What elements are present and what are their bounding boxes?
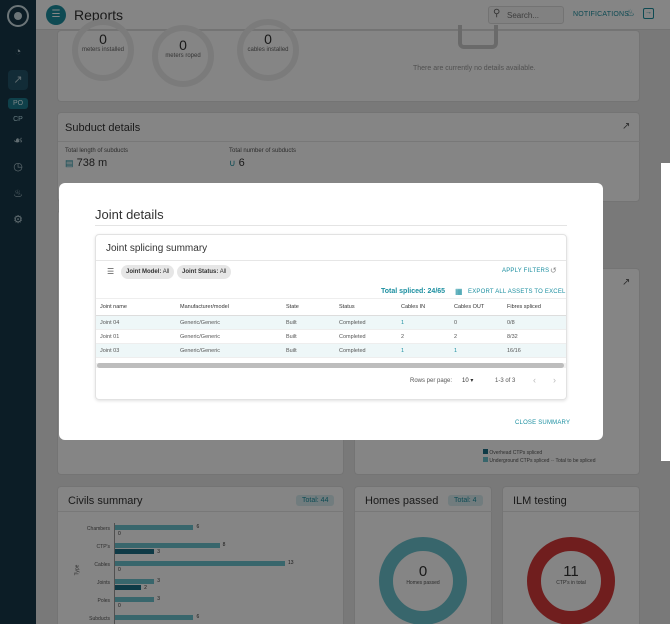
excel-icon[interactable]: ▦ <box>455 287 463 296</box>
joint-splicing-summary-card: Joint splicing summary ☰ Joint Model: Al… <box>95 234 567 400</box>
col-state[interactable]: State <box>282 298 335 316</box>
table-horizontal-scrollbar[interactable] <box>96 363 566 368</box>
col-manufacturer[interactable]: Manufacturer/model <box>176 298 282 316</box>
caret-down-icon: ▾ <box>470 378 474 384</box>
close-summary-button[interactable]: CLOSE SUMMARY <box>515 420 570 426</box>
right-edge-panel <box>661 163 670 461</box>
table-row[interactable]: Joint 04 Generic/Generic Built Completed… <box>96 315 566 330</box>
col-cables-out[interactable]: Cables OUT <box>450 298 503 316</box>
joint-model-filter-chip[interactable]: Joint Model: All <box>121 265 175 279</box>
previous-page-icon[interactable]: ‹ <box>533 375 536 385</box>
next-page-icon[interactable]: › <box>553 375 556 385</box>
rows-per-page-select[interactable]: 10 ▾ <box>462 377 473 384</box>
table-row[interactable]: Joint 01 Generic/Generic Built Completed… <box>96 329 566 344</box>
table-header-row: Joint name Manufacturer/model State Stat… <box>96 298 566 316</box>
table-row[interactable]: Joint 03 Generic/Generic Built Completed… <box>96 343 566 358</box>
apply-filters-button[interactable]: APPLY FILTERS <box>502 268 549 274</box>
joints-table: Joint name Manufacturer/model State Stat… <box>96 298 566 358</box>
scrollbar-thumb[interactable] <box>97 363 564 368</box>
history-icon[interactable]: ↺ <box>550 266 557 275</box>
summary-title: Joint splicing summary <box>106 243 208 254</box>
joint-details-modal: Joint details Joint splicing summary ☰ J… <box>59 183 603 440</box>
export-excel-button[interactable]: EXPORT ALL ASSETS TO EXCEL <box>468 289 566 295</box>
col-joint-name[interactable]: Joint name <box>96 298 176 316</box>
col-status[interactable]: Status <box>335 298 397 316</box>
total-spliced: Total spliced: 24/65 <box>381 288 446 295</box>
rows-per-page-label: Rows per page: <box>410 378 453 384</box>
pagination-range: 1-3 of 3 <box>495 378 516 384</box>
joint-status-filter-chip[interactable]: Joint Status: All <box>177 265 232 279</box>
col-cables-in[interactable]: Cables IN <box>397 298 450 316</box>
filter-icon[interactable]: ☰ <box>107 267 114 276</box>
modal-title: Joint details <box>95 207 164 222</box>
col-fibres-spliced[interactable]: Fibres spliced <box>503 298 566 316</box>
